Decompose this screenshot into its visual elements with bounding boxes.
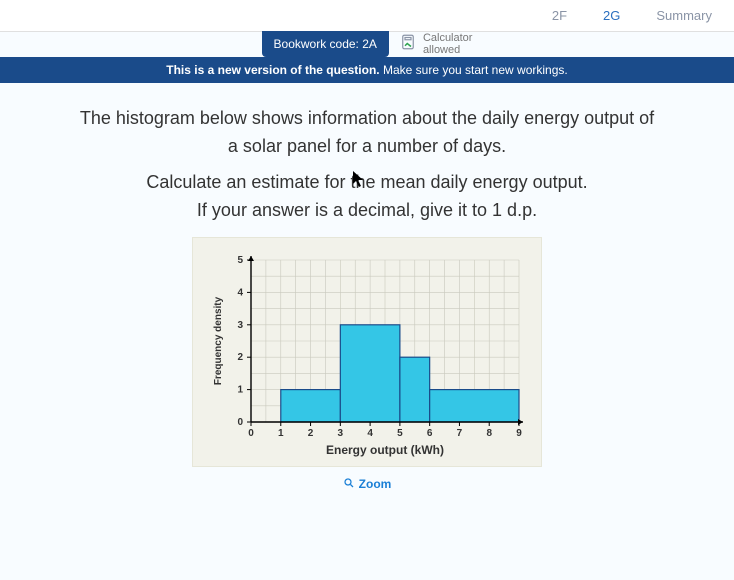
svg-text:3: 3	[338, 428, 344, 439]
bookwork-badge: Bookwork code: 2A	[262, 31, 389, 57]
calculator-text: Calculator allowed	[423, 32, 473, 56]
new-version-banner: This is a new version of the question. M…	[0, 57, 734, 83]
svg-text:9: 9	[516, 428, 522, 439]
histogram-plot: 0 1 2 3 4 5 6 7 8 9 0 1 2 3 4 5 Energy output (kWh) Frequ…	[192, 237, 542, 467]
bookwork-code: 2A	[362, 37, 377, 51]
calc-line2: allowed	[423, 44, 460, 56]
tab-summary[interactable]: Summary	[642, 4, 726, 27]
calculator-icon	[399, 33, 417, 54]
svg-text:Frequency density: Frequency density	[213, 296, 224, 385]
tab-current[interactable]: 2G	[589, 4, 634, 27]
svg-text:4: 4	[237, 287, 243, 298]
question-content: The histogram below shows information ab…	[0, 83, 734, 492]
chart-wrap: 0 1 2 3 4 5 6 7 8 9 0 1 2 3 4 5 Energy output (kWh) Frequ…	[18, 237, 716, 492]
zoom-label: Zoom	[359, 477, 392, 491]
banner-bold: This is a new version of the question.	[166, 63, 379, 77]
badge-bar: Bookwork code: 2A Calculator allowed	[0, 31, 734, 57]
svg-text:8: 8	[486, 428, 492, 439]
svg-text:1: 1	[237, 384, 243, 395]
svg-text:0: 0	[237, 417, 243, 428]
q-line1: The histogram below shows information ab…	[18, 105, 716, 133]
svg-text:1: 1	[278, 428, 284, 439]
svg-text:2: 2	[237, 352, 243, 363]
calc-line1: Calculator	[423, 32, 473, 44]
q-line3: Calculate an estimate for the mean daily…	[18, 169, 716, 197]
question-text: The histogram below shows information ab…	[18, 105, 716, 225]
q-line2: a solar panel for a number of days.	[18, 133, 716, 161]
svg-text:7: 7	[457, 428, 463, 439]
svg-text:6: 6	[427, 428, 433, 439]
search-icon	[343, 477, 355, 492]
bookwork-label: Bookwork code:	[274, 37, 359, 51]
banner-rest: Make sure you start new workings.	[380, 63, 568, 77]
tab-prev[interactable]: 2F	[538, 4, 581, 27]
svg-text:5: 5	[237, 255, 243, 266]
q-line4: If your answer is a decimal, give it to …	[18, 197, 716, 225]
svg-text:5: 5	[397, 428, 403, 439]
svg-text:Energy output (kWh): Energy output (kWh)	[326, 443, 444, 457]
svg-text:3: 3	[237, 319, 243, 330]
svg-text:0: 0	[248, 428, 254, 439]
zoom-button[interactable]: Zoom	[343, 477, 392, 492]
svg-text:4: 4	[367, 428, 373, 439]
svg-text:2: 2	[308, 428, 314, 439]
histogram-svg: 0 1 2 3 4 5 6 7 8 9 0 1 2 3 4 5 Energy output (kWh) Frequ…	[207, 250, 527, 460]
top-tabbar: 2F 2G Summary	[0, 0, 734, 32]
calculator-indicator: Calculator allowed	[399, 32, 473, 56]
